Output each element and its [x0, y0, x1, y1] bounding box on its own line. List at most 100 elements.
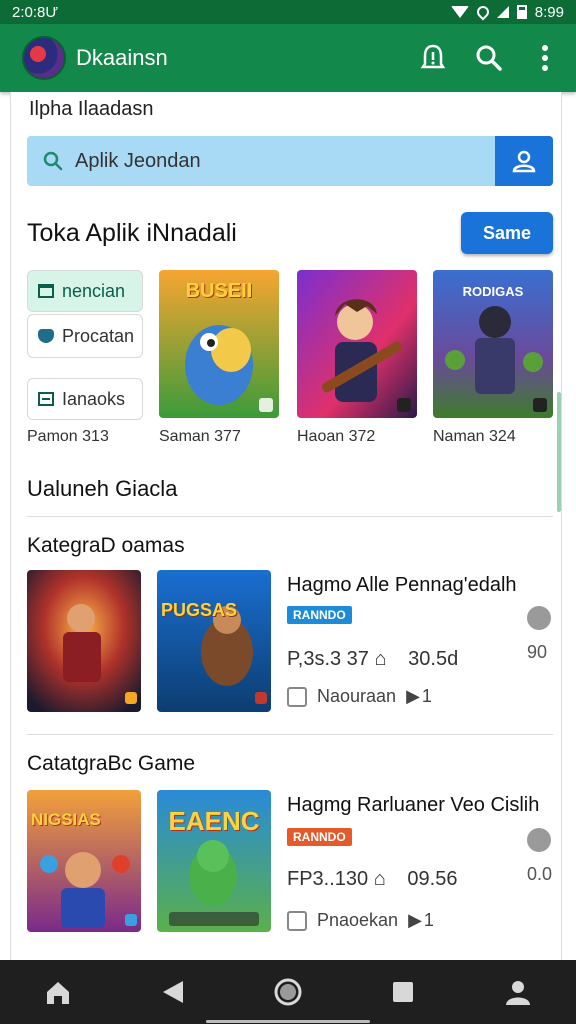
game-thumbnail[interactable] — [27, 570, 141, 712]
home-circle-button[interactable] — [268, 972, 308, 1012]
price-side: 0.0 — [527, 864, 553, 884]
overflow-menu-button[interactable] — [530, 43, 560, 73]
person-icon — [506, 981, 531, 1005]
cart-icon: ⌂ — [374, 648, 387, 670]
divider — [27, 734, 553, 735]
divider — [27, 516, 553, 517]
game-title[interactable]: Hagmo Alle Pennag'edalh — [287, 574, 517, 597]
game-tile[interactable] — [297, 270, 417, 418]
circle-icon — [274, 978, 302, 1006]
back-nav-button[interactable] — [153, 972, 193, 1012]
search-icon — [43, 151, 63, 171]
scrollbar[interactable] — [557, 392, 561, 512]
game-title[interactable]: Hagmg Rarluaner Veo Cislih — [287, 794, 539, 817]
developer-name: Naouraan — [317, 686, 397, 706]
price-value: P,3s.3 37 — [287, 648, 369, 670]
recents-nav-button[interactable] — [383, 972, 423, 1012]
checkbox-icon[interactable] — [287, 910, 307, 931]
section-header: Toka Aplik iNnadali Same — [27, 210, 553, 256]
cart-icon: ⌂ — [373, 868, 386, 890]
game-thumbnail[interactable]: EAENC — [157, 790, 271, 932]
status-bar: 2:0:8Ư 8:99 — [0, 0, 576, 24]
rating-icon: ▶ — [406, 686, 420, 706]
rating-value: 1 — [423, 910, 434, 930]
chip-item[interactable]: nencian — [27, 270, 143, 312]
tile-art-label: RODIGAS — [462, 284, 524, 299]
price-value: FP3..130 — [287, 868, 369, 890]
price-side: 90 — [527, 642, 548, 662]
app-bar: Dkaainsn — [0, 24, 576, 92]
app-bar-actions — [418, 43, 560, 73]
game-meta: Naouraan ▶ 1 — [287, 686, 432, 707]
profile-nav-button[interactable] — [498, 972, 538, 1012]
price-alt-value: 09.56 — [407, 868, 458, 890]
status-clock: 8:99 — [534, 3, 564, 21]
home-icon — [46, 982, 69, 1004]
rating: ▶ 1 — [408, 910, 434, 931]
user-icon — [512, 150, 536, 173]
chip-label: Procatan — [62, 325, 135, 346]
main-content[interactable]: Ilpha Ilaadasn Toka Aplik iNnadali Same … — [0, 92, 576, 960]
rating-value: 1 — [421, 686, 432, 706]
tile-caption: Saman 377 — [159, 428, 241, 445]
thumb-art-label: EAENC — [168, 806, 260, 836]
tile-caption: Naman 324 — [433, 428, 516, 445]
game-thumbnail[interactable]: NIGSIAS — [27, 790, 141, 932]
download-icon[interactable] — [527, 828, 551, 852]
status-icons: 8:99 — [450, 3, 564, 21]
rating-icon: ▶ — [408, 910, 422, 930]
game-art-image — [157, 570, 271, 712]
game-art-image — [297, 270, 417, 418]
more-vert-icon — [542, 45, 548, 71]
tile-caption: Pamon 313 — [27, 428, 109, 445]
chip-label: Ianaoks — [62, 388, 126, 409]
home-indicator — [206, 1020, 370, 1023]
game-meta: Pnaoekan ▶ 1 — [287, 910, 434, 931]
category-heading: KategraD oamas — [27, 534, 185, 557]
rating: ▶ 1 — [406, 686, 432, 707]
status-time: 2:0:8Ư — [12, 3, 59, 21]
search-button[interactable] — [474, 43, 504, 73]
back-icon — [162, 981, 183, 1003]
game-tile[interactable]: RODIGAS — [433, 270, 553, 418]
thumb-art-label: PUGSAS — [161, 600, 238, 620]
game-thumbnail[interactable]: PUGSAS — [157, 570, 271, 712]
search-account-button[interactable] — [495, 136, 553, 186]
list-icon — [38, 392, 54, 406]
search-bar — [27, 136, 553, 186]
thumb-art-label: NIGSIAS — [31, 810, 101, 829]
game-badge: RANNDO — [287, 828, 352, 846]
search-icon — [476, 45, 502, 71]
price-line: FP3..130 ⌂ 09.56 — [287, 868, 457, 891]
recent-heading: Ualuneh Giacla — [27, 476, 178, 501]
notification-button[interactable] — [418, 43, 448, 73]
app-logo[interactable] — [22, 36, 66, 80]
signal-icon — [496, 6, 509, 18]
section-title: Toka Aplik iNnadali — [27, 218, 237, 247]
checkbox-icon[interactable] — [287, 686, 307, 707]
game-art-image — [27, 570, 141, 712]
calendar-icon — [38, 284, 54, 298]
chip-item[interactable]: Procatan — [27, 314, 143, 358]
chip-item[interactable]: Ianaoks — [27, 378, 143, 420]
home-nav-button[interactable] — [38, 972, 78, 1012]
download-icon[interactable] — [527, 606, 551, 630]
developer-name: Pnaoekan — [317, 910, 399, 930]
same-button[interactable]: Same — [461, 212, 553, 254]
chip-label: nencian — [62, 280, 126, 301]
breadcrumb: Ilpha Ilaadasn — [29, 98, 154, 120]
wifi-alt-icon — [474, 3, 492, 21]
tile-caption: Haoan 372 — [297, 428, 376, 445]
search-input[interactable] — [63, 149, 495, 173]
alert-icon — [420, 44, 446, 69]
tag-icon — [38, 329, 54, 343]
category-heading: CatatgraBc Game — [27, 752, 196, 775]
game-badge: RANNDO — [287, 606, 352, 624]
game-tile[interactable]: BUSEII — [159, 270, 279, 418]
price-alt-value: 30.5d — [408, 648, 459, 670]
battery-icon — [516, 5, 527, 19]
system-nav-bar — [0, 960, 576, 1024]
app-title: Dkaainsn — [76, 45, 168, 70]
content-card: Ilpha Ilaadasn Toka Aplik iNnadali Same … — [10, 92, 562, 960]
wifi-icon — [450, 6, 469, 18]
